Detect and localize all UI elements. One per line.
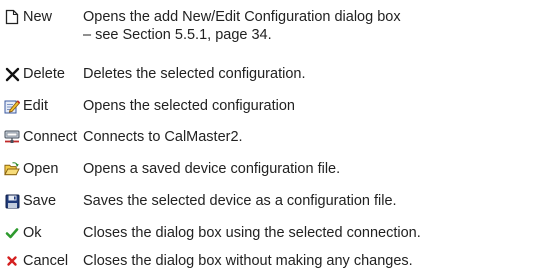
term-cancel: Cancel (4, 252, 68, 270)
description-edit: Opens the selected configuration (83, 97, 541, 115)
term-delete: Delete (4, 65, 65, 83)
term-label-cancel: Cancel (23, 253, 69, 269)
description-new: Opens the add New/Edit Configuration dia… (83, 8, 541, 44)
term-ok: Ok (4, 224, 42, 242)
description-ok: Closes the dialog box using the selected… (83, 224, 541, 242)
description-save: Saves the selected device as a configura… (83, 192, 541, 210)
term-label-connect: Connect (23, 129, 78, 145)
term-label-edit: Edit (23, 98, 48, 114)
new-document-icon (4, 9, 20, 25)
term-open: Open (4, 160, 58, 178)
description-cancel: Closes the dialog box without making any… (83, 252, 541, 270)
delete-x-icon (4, 66, 20, 82)
description-connect: Connects to CalMaster2. (83, 128, 541, 146)
term-label-delete: Delete (23, 66, 65, 82)
edit-pencil-icon (4, 98, 20, 114)
term-save: Save (4, 192, 56, 210)
save-floppy-icon (4, 193, 20, 209)
description-delete: Deletes the selected configuration. (83, 65, 541, 83)
term-label-new: New (23, 9, 53, 25)
checkmark-icon (4, 225, 20, 241)
description-open: Opens a saved device configuration file. (83, 160, 541, 178)
button-reference-list: New Opens the add New/Edit Configuration… (0, 0, 543, 272)
description-cancel-line-1: Closes the dialog box without making any… (83, 253, 413, 269)
connect-network-icon (4, 129, 20, 145)
term-edit: Edit (4, 97, 48, 115)
term-new: New (4, 8, 52, 26)
description-ok-line-1: Closes the dialog box using the selected… (83, 225, 421, 241)
term-label-save: Save (23, 193, 57, 209)
description-new-line-2: – see Section 5.5.1, page 34. (83, 27, 272, 43)
description-delete-line-1: Deletes the selected configuration. (83, 66, 306, 82)
term-connect: Connect (4, 128, 77, 146)
description-open-line-1: Opens a saved device configuration file. (83, 161, 341, 177)
description-edit-line-1: Opens the selected configuration (83, 98, 295, 114)
open-folder-icon (4, 161, 20, 177)
term-label-open: Open (23, 161, 59, 177)
description-save-line-1: Saves the selected device as a configura… (83, 193, 397, 209)
term-label-ok: Ok (23, 225, 42, 241)
cancel-x-icon (4, 253, 20, 269)
description-new-line-1: Opens the add New/Edit Configuration dia… (83, 9, 401, 25)
description-connect-line-1: Connects to CalMaster2. (83, 129, 243, 145)
